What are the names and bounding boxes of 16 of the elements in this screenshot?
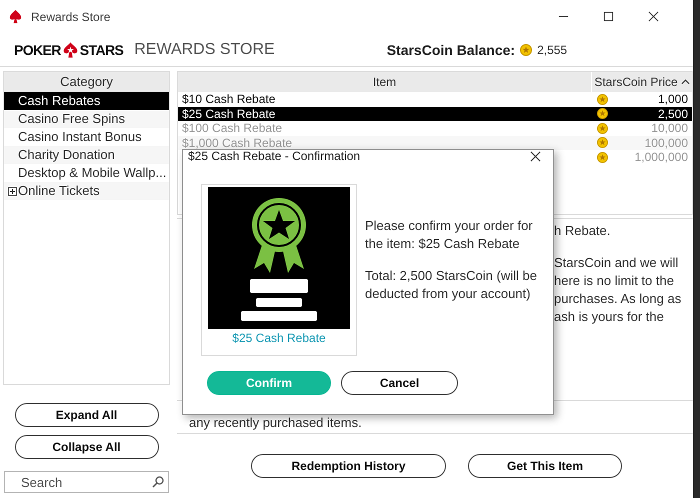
brand-text: POKER (14, 42, 61, 58)
balance-value: 2,555 (537, 42, 568, 56)
confirm-message: Please confirm your order for the item: $25 Cash Rebate (365, 217, 534, 253)
description-text: here is no limit to the (554, 273, 674, 288)
description-text: purchases. As long as (554, 291, 682, 306)
dialog-title: $25 Cash Rebate - Confirmation (188, 149, 360, 163)
description-text: ash is yours for the (554, 309, 664, 324)
store-title: REWARDS STORE (134, 40, 275, 58)
total-text: Total: 2,500 StarsCoin (will be deducted from your account) (365, 267, 538, 303)
description-text: any recently purchased items. (189, 415, 362, 430)
balance-label: StarsCoin Balance: (386, 42, 516, 58)
description-text: h Rebate. (554, 223, 610, 238)
description-text: StarsCoin and we will (554, 255, 678, 270)
window-title: Rewards Store (31, 10, 110, 24)
brand-text: STARS (80, 42, 124, 58)
column-header: Category (4, 72, 169, 92)
